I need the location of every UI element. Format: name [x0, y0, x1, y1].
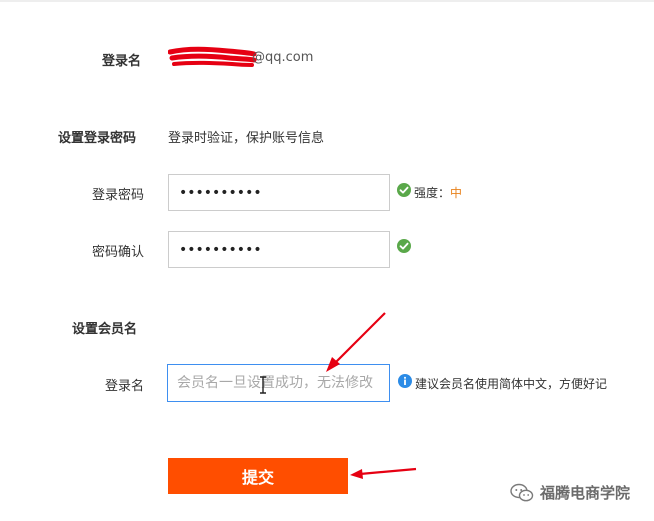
watermark-text: 福腾电商学院: [540, 484, 631, 502]
email-suffix: @qq.com: [252, 50, 314, 65]
wechat-icon: [510, 483, 534, 501]
member-name-hint: 建议会员名使用简体中文，方便好记: [415, 377, 608, 391]
confirm-password-label: 密码确认: [92, 245, 145, 260]
watermark: 福腾电商学院: [510, 482, 630, 503]
password-field[interactable]: [168, 174, 390, 211]
member-section-heading: 设置会员名: [72, 322, 138, 337]
member-name-field[interactable]: [167, 364, 390, 402]
password-section-heading: 设置登录密码: [58, 131, 137, 146]
submit-button[interactable]: 提交: [168, 458, 348, 494]
redacted-email-scribble: [167, 44, 258, 70]
check-icon: [397, 183, 411, 197]
strength-value: 中: [450, 186, 463, 200]
top-divider: [0, 0, 654, 2]
check-icon: [397, 239, 411, 253]
member-login-label: 登录名: [105, 379, 145, 394]
info-icon: [398, 374, 412, 388]
text-cursor-icon: [260, 376, 266, 394]
password-label: 登录密码: [92, 188, 145, 203]
confirm-password-input[interactable]: [169, 232, 389, 267]
login-name-label: 登录名: [102, 54, 142, 69]
strength-indicator: 强度：中: [414, 184, 462, 201]
registration-page: 登录名 @qq.com 设置登录密码 登录时验证，保护账号信息 登录密码 强度：…: [0, 0, 654, 521]
password-section-description: 登录时验证，保护账号信息: [168, 131, 325, 146]
confirm-password-field[interactable]: [168, 231, 390, 268]
strength-label: 强度：: [414, 186, 451, 200]
password-input[interactable]: [169, 175, 389, 210]
arrow-to-submit: [350, 467, 417, 479]
member-name-input[interactable]: [168, 365, 389, 401]
